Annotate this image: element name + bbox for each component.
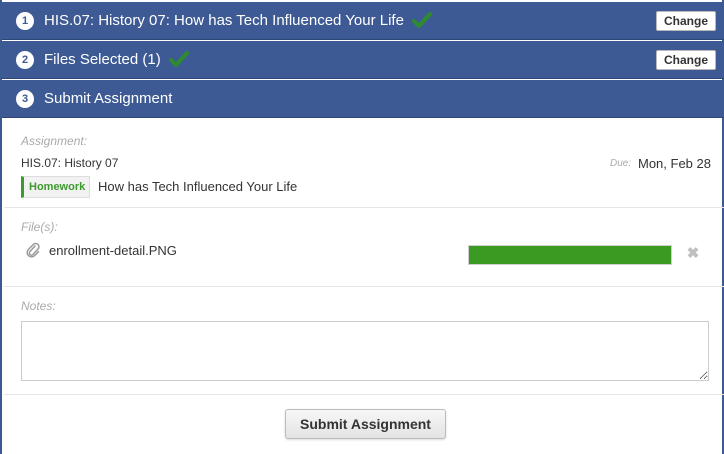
step-2-header: 2 Files Selected (1) Change: [2, 41, 724, 79]
notes-textarea[interactable]: [21, 321, 709, 381]
due-label: Due:: [610, 158, 632, 169]
section-divider: [4, 394, 724, 395]
checkmark-icon: [411, 11, 432, 28]
upload-progress-bar: [468, 245, 672, 265]
section-divider: [4, 286, 724, 287]
step-3-header: 3 Submit Assignment: [2, 80, 724, 118]
step-title: Submit Assignment: [44, 90, 173, 107]
step-title: Files Selected (1): [44, 51, 161, 68]
upload-progress-fill: [469, 246, 671, 264]
submit-assignment-button[interactable]: Submit Assignment: [285, 409, 446, 439]
checkmark-icon: [168, 50, 189, 67]
step-number-badge: 1: [16, 11, 34, 30]
step-number-badge: 2: [16, 50, 34, 69]
step-title: HIS.07: History 07: How has Tech Influen…: [44, 12, 404, 29]
step-number-badge: 3: [16, 89, 34, 108]
assignment-name: How has Tech Influenced Your Life: [98, 179, 298, 194]
section-divider: [4, 207, 724, 208]
file-name: enrollment-detail.PNG: [49, 243, 177, 258]
assignment-label: Assignment:: [21, 134, 88, 148]
paperclip-icon: [26, 242, 40, 258]
assignment-type-badge: Homework: [21, 176, 91, 198]
notes-label: Notes:: [21, 299, 56, 313]
close-icon[interactable]: ✖: [686, 246, 700, 261]
submission-panel: 1 HIS.07: History 07: How has Tech Influ…: [0, 0, 724, 454]
due-date: Mon, Feb 28: [638, 156, 711, 171]
change-button-step-1[interactable]: Change: [656, 11, 716, 31]
files-label: File(s):: [21, 220, 58, 234]
course-name: HIS.07: History 07: [21, 156, 119, 170]
step-1-header: 1 HIS.07: History 07: How has Tech Influ…: [2, 2, 724, 40]
change-button-step-2[interactable]: Change: [656, 50, 716, 70]
